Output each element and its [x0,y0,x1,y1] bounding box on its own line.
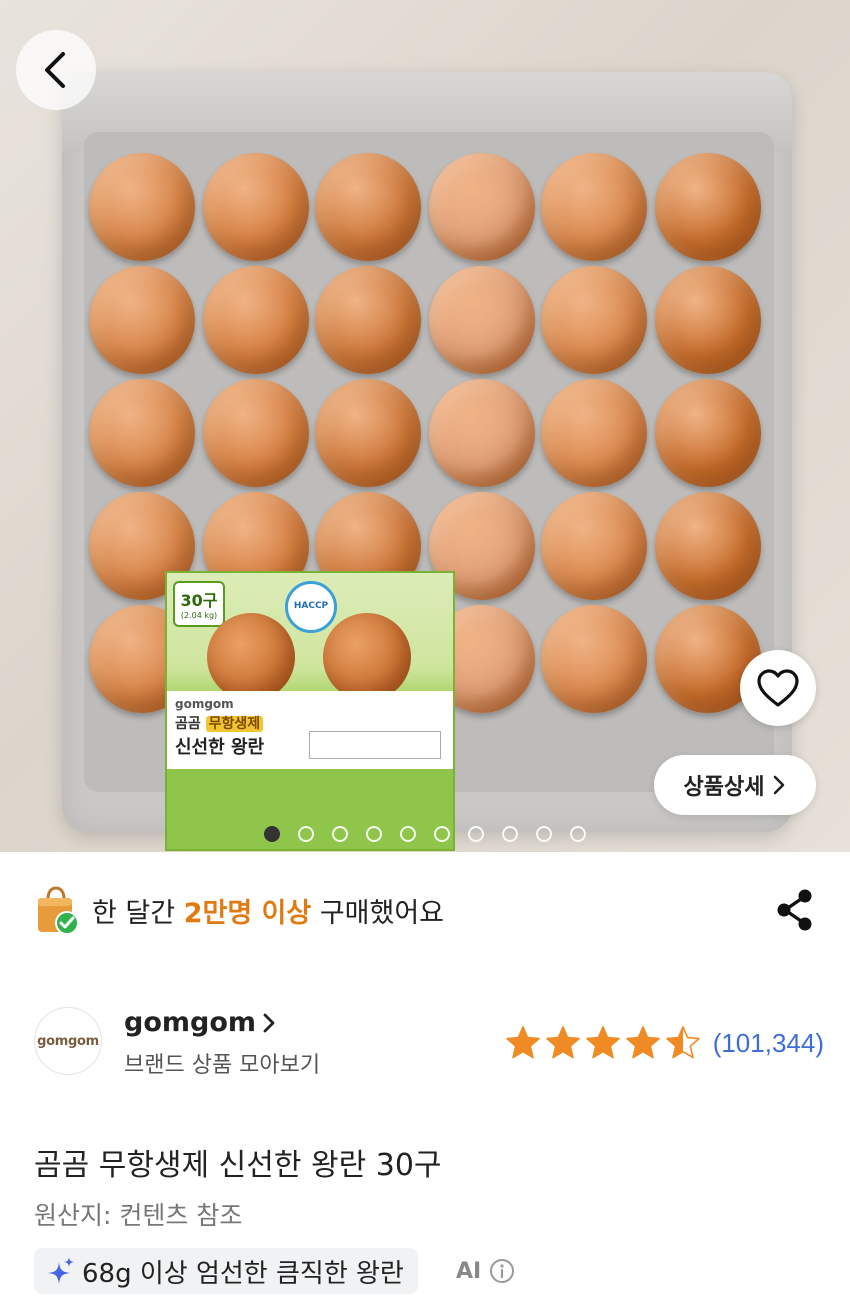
back-button[interactable] [16,30,96,110]
chevron-right-icon [774,775,785,795]
egg [541,153,647,261]
product-detail-button[interactable]: 상품상세 [654,755,816,815]
carousel-dot[interactable] [536,826,552,842]
carousel-dot[interactable] [332,826,348,842]
egg [203,266,309,374]
purchase-count-banner: 한 달간 2만명 이상 구매했어요 [34,882,816,938]
carousel-dot[interactable] [298,826,314,842]
back-chevron-icon [45,52,65,88]
product-image-carousel[interactable]: 30구 (2.04 kg) HACCP gomgom 곰곰 무항생제 신선한 왕… [0,0,850,852]
ai-label-text: AI [456,1258,482,1284]
purchase-count-text: 한 달간 2만명 이상 구매했어요 [92,897,445,929]
star-icon [585,1026,620,1059]
egg [315,266,421,374]
heart-icon [757,669,799,707]
ai-summary-chip[interactable]: 68g 이상 엄선한 큼직한 왕란 [34,1248,418,1294]
star-icon [665,1026,700,1059]
origin-text: 원산지: 컨텐츠 참조 [34,1201,243,1230]
brand-logo-text: gomgom [37,1033,99,1049]
carousel-dot[interactable] [570,826,586,842]
label-brand: gomgom [175,697,234,711]
star-icon [545,1026,580,1059]
carousel-dot[interactable] [264,826,280,842]
egg [89,266,195,374]
egg [429,266,535,374]
egg [89,379,195,487]
egg [203,379,309,487]
carousel-pager[interactable] [264,826,586,842]
chevron-right-icon [263,1013,275,1032]
egg [655,266,761,374]
label-name-line1: 곰곰 무항생제 [175,713,264,733]
egg [89,153,195,261]
carousel-dot[interactable] [468,826,484,842]
label-egg-right [323,613,411,701]
carousel-dot[interactable] [434,826,450,842]
wishlist-button[interactable] [740,650,816,726]
egg [541,266,647,374]
carousel-dot[interactable] [400,826,416,842]
brand-link[interactable]: gomgom [124,1007,276,1038]
ai-summary-text: 68g 이상 엄선한 큼직한 왕란 [82,1258,404,1289]
egg [655,492,761,600]
egg [541,379,647,487]
product-detail-label: 상품상세 [683,775,765,800]
egg [429,153,535,261]
review-count[interactable]: (101,344) [713,1028,824,1059]
egg [541,605,647,713]
shopping-bag-check-icon [38,886,79,935]
star-icon [625,1026,660,1059]
egg [315,379,421,487]
egg [655,153,761,261]
info-icon [490,1259,515,1283]
brand-name: gomgom [124,1007,257,1038]
brand-row: gomgom gomgom 브랜드 상품 모아보기 (101,344) [34,1005,824,1078]
egg [655,379,761,487]
share-icon[interactable] [774,888,816,932]
rating-stars [505,1025,701,1061]
label-name-line2: 신선한 왕란 [175,737,265,758]
brand-products-link[interactable]: 브랜드 상품 모아보기 [124,1047,320,1079]
egg [541,492,647,600]
carousel-dot[interactable] [502,826,518,842]
egg [203,153,309,261]
label-date-box [309,731,441,759]
rating[interactable]: (101,344) [505,1025,824,1061]
egg-count-badge: 30구 (2.04 kg) [173,581,225,627]
carousel-dot[interactable] [366,826,382,842]
egg [315,153,421,261]
sparkle-icon [48,1257,74,1284]
ai-label[interactable]: AI [456,1258,515,1284]
star-icon [505,1026,540,1059]
haccp-badge: HACCP [285,581,337,633]
package-label: 30구 (2.04 kg) HACCP gomgom 곰곰 무항생제 신선한 왕… [165,571,455,851]
product-title: 곰곰 무항생제 신선한 왕란 30구 [34,1148,442,1183]
brand-logo[interactable]: gomgom [34,1007,102,1075]
label-egg-left [207,613,295,701]
egg [429,379,535,487]
